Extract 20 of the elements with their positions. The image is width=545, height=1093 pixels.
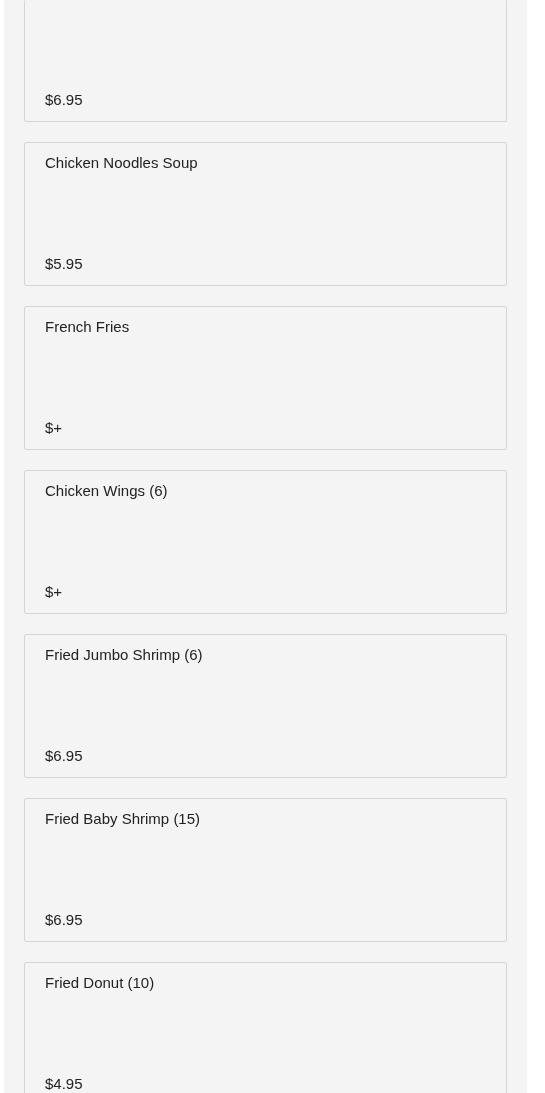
- item-name: Fried Baby Shrimp (15): [45, 809, 202, 829]
- menu-item-card[interactable]: Chicken Noodles Soup $5.95: [24, 142, 507, 286]
- menu-item-card[interactable]: French Fries $+: [24, 306, 507, 450]
- item-name: French Fries: [45, 317, 131, 337]
- item-name: Fried Donut (10): [45, 973, 156, 993]
- item-price: $6.95: [45, 90, 84, 110]
- item-price: $5.95: [45, 254, 84, 274]
- item-price: $+: [45, 582, 64, 602]
- menu-item-card[interactable]: $6.95: [24, 0, 507, 122]
- menu-item-card[interactable]: Fried Baby Shrimp (15) $6.95: [24, 798, 507, 942]
- item-name: Chicken Noodles Soup: [45, 153, 199, 173]
- item-price: $6.95: [45, 746, 84, 766]
- menu-item-card[interactable]: Chicken Wings (6) $+: [24, 470, 507, 614]
- item-price: $4.95: [45, 1074, 84, 1093]
- item-price: $+: [45, 418, 64, 438]
- menu-item-card[interactable]: Fried Donut (10) $4.95: [24, 962, 507, 1093]
- item-name: Chicken Wings (6): [45, 481, 169, 501]
- item-price: $6.95: [45, 910, 84, 930]
- menu-item-card[interactable]: Fried Jumbo Shrimp (6) $6.95: [24, 634, 507, 778]
- item-name: Fried Jumbo Shrimp (6): [45, 645, 204, 665]
